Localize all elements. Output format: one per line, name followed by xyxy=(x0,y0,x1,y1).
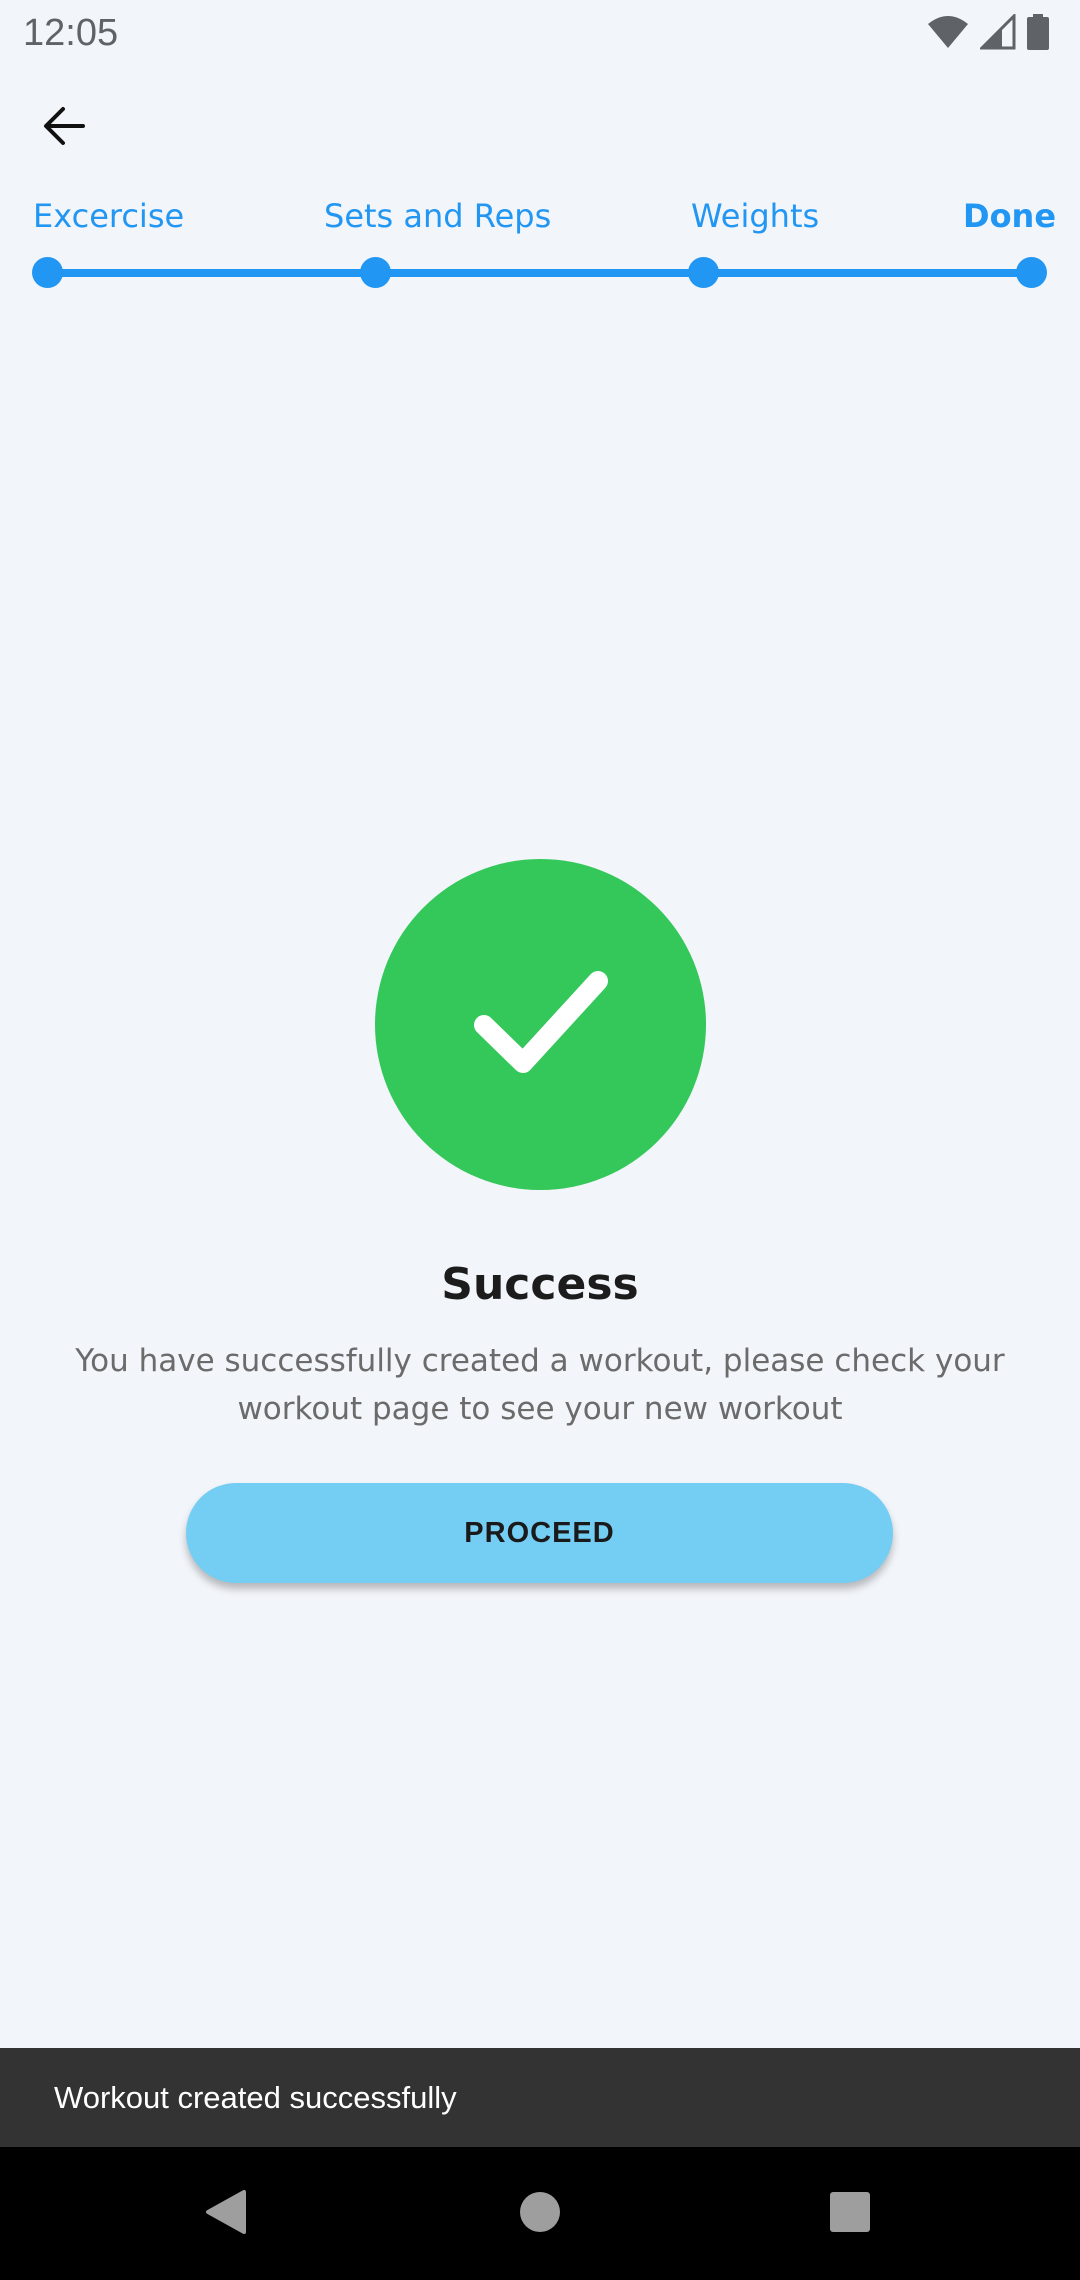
stepper-progress-line xyxy=(48,269,1032,277)
progress-stepper: Excercise Sets and Reps Weights Done xyxy=(0,186,1080,296)
nav-recents-button[interactable] xyxy=(790,2147,910,2280)
status-icons xyxy=(926,14,1050,50)
arrow-left-icon xyxy=(43,106,85,150)
snackbar: Workout created successfully xyxy=(0,2048,1080,2147)
wifi-icon xyxy=(926,14,970,50)
success-message: You have successfully created a workout,… xyxy=(75,1343,1005,1427)
back-triangle-icon xyxy=(204,2188,248,2240)
check-icon xyxy=(466,963,616,1087)
recents-square-icon xyxy=(829,2191,871,2237)
step-dot-done[interactable] xyxy=(1016,257,1047,288)
back-button[interactable] xyxy=(30,94,98,162)
nav-home-button[interactable] xyxy=(480,2147,600,2280)
success-title: Success xyxy=(441,1259,639,1310)
step-dot-weights[interactable] xyxy=(688,257,719,288)
step-label-exercise[interactable]: Excercise xyxy=(33,196,184,236)
home-circle-icon xyxy=(519,2191,561,2237)
step-label-sets-and-reps[interactable]: Sets and Reps xyxy=(324,196,551,236)
success-badge xyxy=(375,859,706,1190)
system-navigation-bar xyxy=(0,2147,1080,2280)
workout-success-screen: 12:05 Excercise Sets and Reps Weights Do… xyxy=(0,0,1080,2280)
status-bar: 12:05 xyxy=(0,0,1080,66)
step-dot-sets-and-reps[interactable] xyxy=(360,257,391,288)
battery-icon xyxy=(1026,14,1050,50)
signal-icon xyxy=(980,14,1016,50)
proceed-button[interactable]: PROCEED xyxy=(186,1483,893,1583)
step-label-done[interactable]: Done xyxy=(963,196,1056,236)
snackbar-text: Workout created successfully xyxy=(54,2080,457,2115)
step-label-weights[interactable]: Weights xyxy=(691,196,819,236)
status-time: 12:05 xyxy=(23,12,119,54)
nav-back-button[interactable] xyxy=(166,2147,286,2280)
step-dot-exercise[interactable] xyxy=(32,257,63,288)
